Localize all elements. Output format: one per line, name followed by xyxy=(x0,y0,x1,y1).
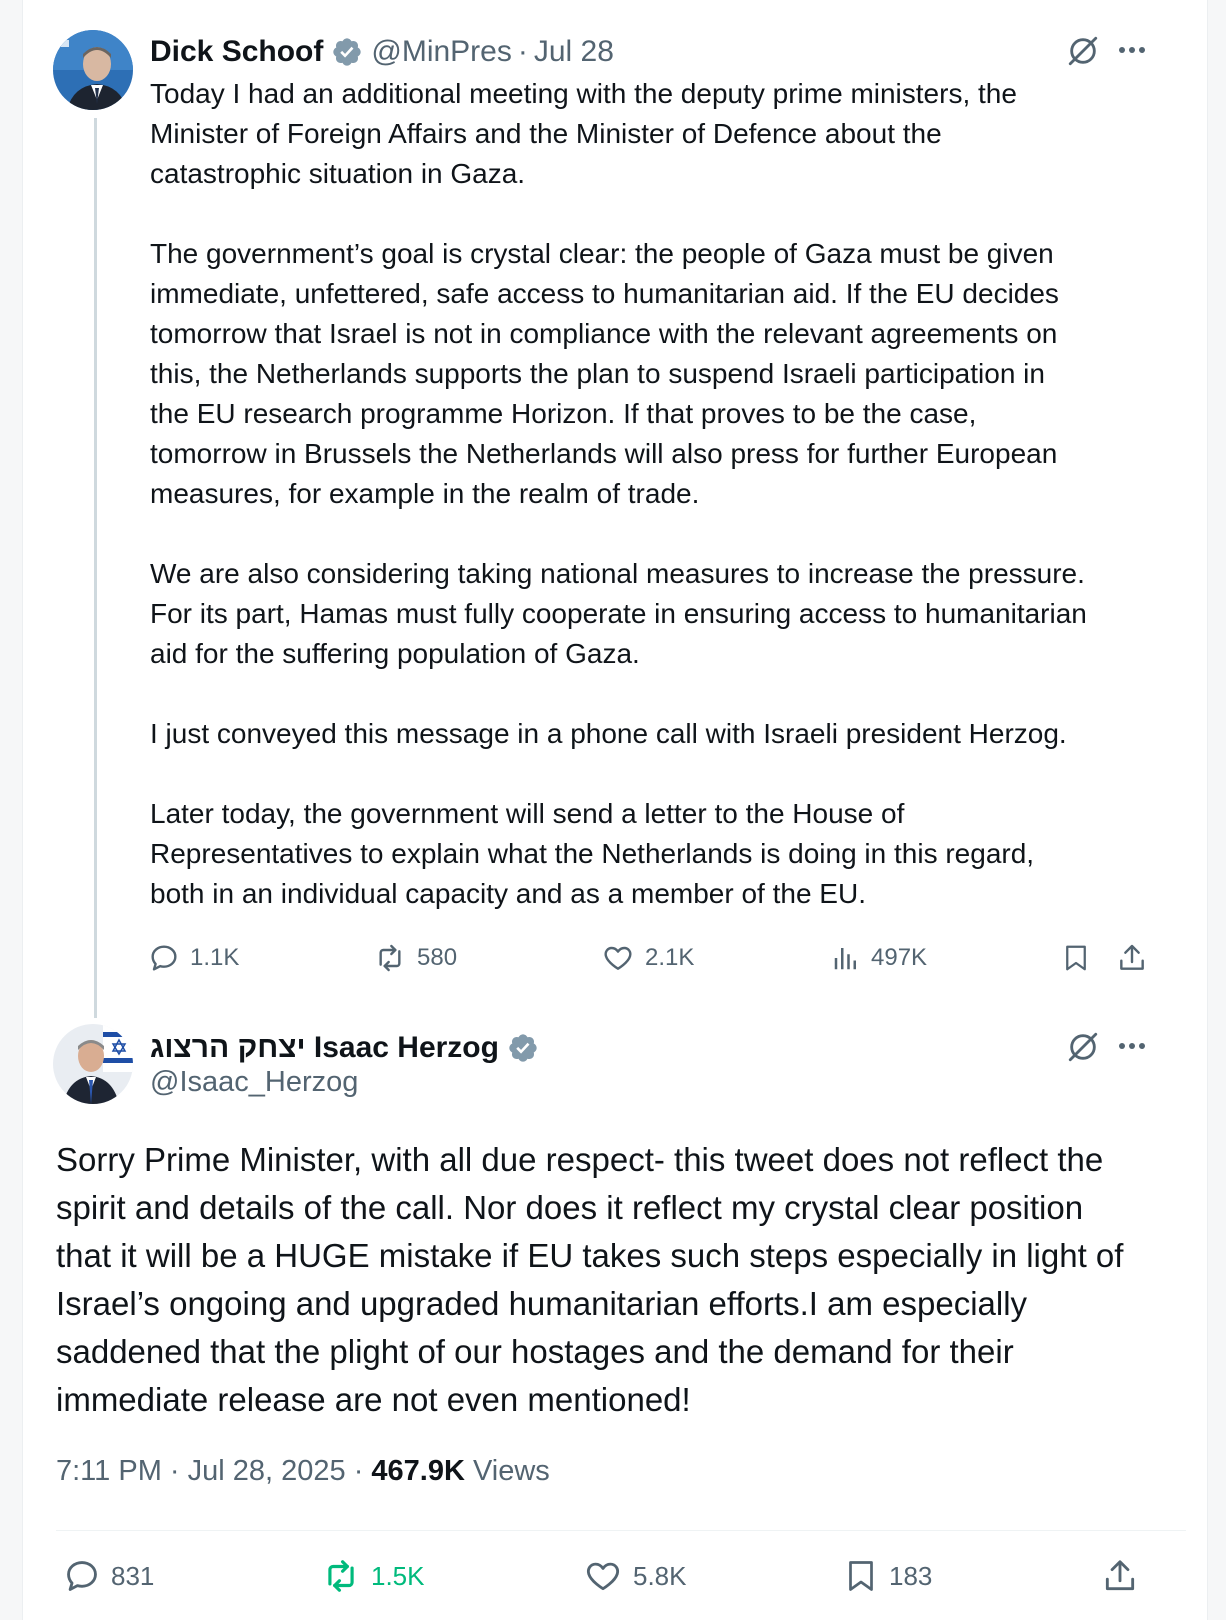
text-line: spirit and details of the call. Nor does… xyxy=(56,1189,1084,1226)
tweet-date[interactable]: Jul 28 xyxy=(534,35,614,69)
text-line: immediate, unfettered, safe access to hu… xyxy=(150,278,1059,309)
views-total[interactable]: 467.9K xyxy=(371,1455,465,1487)
separator: · xyxy=(517,35,528,68)
tweet-meta: 7:11 PM · Jul 28, 2025 · 467.9K Views xyxy=(56,1455,550,1488)
bookmark-count: 183 xyxy=(889,1560,933,1591)
repost-button[interactable]: 1.5K xyxy=(321,1557,425,1595)
avatar-herzog[interactable] xyxy=(53,1024,133,1104)
timestamp[interactable]: 7:11 PM · Jul 28, 2025 · xyxy=(56,1455,371,1487)
like-count: 2.1K xyxy=(645,944,695,971)
text-line: immediate release are not even mentioned… xyxy=(56,1381,691,1418)
text-line: Later today, the government will send a … xyxy=(150,798,905,829)
tweet-text: Today I had an additional meeting with t… xyxy=(150,74,1190,914)
reply-icon xyxy=(67,1561,97,1591)
tweet-card: Dick Schoof @MinPres · Jul 28 Today I ha… xyxy=(22,0,1208,1620)
bookmark-button[interactable]: 183 xyxy=(843,1557,932,1595)
tweet-text: Sorry Prime Minister, with all due respe… xyxy=(56,1136,1186,1424)
views-count: 497K xyxy=(871,944,928,971)
more-icon[interactable] xyxy=(1116,1034,1148,1063)
repost-icon xyxy=(328,1560,354,1592)
verified-badge-icon xyxy=(507,1032,539,1064)
reply-count: 831 xyxy=(111,1560,155,1591)
repost-count: 1.5K xyxy=(371,1560,425,1591)
text-line: I just conveyed this message in a phone … xyxy=(150,718,1067,749)
handle[interactable]: @MinPres xyxy=(371,35,511,69)
repost-count: 580 xyxy=(417,944,458,971)
grok-icon[interactable] xyxy=(1066,1030,1100,1069)
reply-button[interactable]: 1.1K xyxy=(148,942,239,974)
avatar-schoof[interactable] xyxy=(53,30,133,110)
reply-icon xyxy=(151,945,177,971)
reply-button[interactable]: 831 xyxy=(63,1557,154,1595)
bookmark-icon xyxy=(849,1561,873,1591)
text-line: saddened that the plight of our hostages… xyxy=(56,1333,1014,1370)
text-line: Israel’s ongoing and upgraded humanitari… xyxy=(56,1285,1028,1322)
text-line: measures, for example in the realm of tr… xyxy=(150,478,700,509)
text-line: Minister of Foreign Affairs and the Mini… xyxy=(150,118,942,149)
like-icon xyxy=(586,1562,620,1591)
reply-count: 1.1K xyxy=(190,944,240,971)
author-row-schoof: Dick Schoof @MinPres · Jul 28 xyxy=(150,30,614,74)
author-row-herzog: יצחק הרצוג Isaac Herzog xyxy=(150,1026,547,1070)
text-line: the EU research programme Horizon. If th… xyxy=(150,398,977,429)
text-line: both in an individual capacity and as a … xyxy=(150,878,866,909)
bookmark-icon[interactable] xyxy=(1061,942,1091,979)
views-label: Views xyxy=(464,1455,550,1487)
text-line: aid for the suffering population of Gaza… xyxy=(150,638,640,669)
handle[interactable]: @Isaac_Herzog xyxy=(150,1066,358,1099)
text-line: We are also considering taking national … xyxy=(150,558,1085,589)
like-button[interactable]: 2.1K xyxy=(601,942,694,974)
text-line: catastrophic situation in Gaza. xyxy=(150,158,526,189)
display-name[interactable]: יצחק הרצוג Isaac Herzog xyxy=(150,1031,499,1065)
views-icon xyxy=(834,948,856,970)
thread-line xyxy=(94,118,97,1018)
text-line: For its part, Hamas must fully cooperate… xyxy=(150,598,1087,629)
text-line: The government’s goal is crystal clear: … xyxy=(150,238,1054,269)
verified-badge-icon xyxy=(331,36,363,68)
text-line: that it will be a HUGE mistake if EU tak… xyxy=(56,1237,1124,1274)
text-line: this, the Netherlands supports the plan … xyxy=(150,358,1045,389)
like-icon xyxy=(604,946,632,970)
share-icon[interactable] xyxy=(1101,1557,1139,1600)
display-name[interactable]: Dick Schoof xyxy=(150,35,323,69)
more-icon[interactable] xyxy=(1116,38,1148,67)
text-line: Sorry Prime Minister, with all due respe… xyxy=(56,1141,1104,1178)
text-line: Representatives to explain what the Neth… xyxy=(150,838,1035,869)
like-button[interactable]: 5.8K xyxy=(583,1557,687,1595)
like-count: 5.8K xyxy=(633,1560,687,1591)
views-button[interactable]: 497K xyxy=(831,942,927,974)
text-line: tomorrow that Israel is not in complianc… xyxy=(150,318,1058,349)
text-line: tomorrow in Brussels the Netherlands wil… xyxy=(150,438,1058,469)
grok-icon[interactable] xyxy=(1066,34,1100,73)
repost-button[interactable]: 580 xyxy=(373,942,457,974)
divider xyxy=(56,1530,1186,1531)
text-line: Today I had an additional meeting with t… xyxy=(150,78,1017,109)
share-icon[interactable] xyxy=(1116,942,1148,979)
repost-icon xyxy=(379,944,401,972)
